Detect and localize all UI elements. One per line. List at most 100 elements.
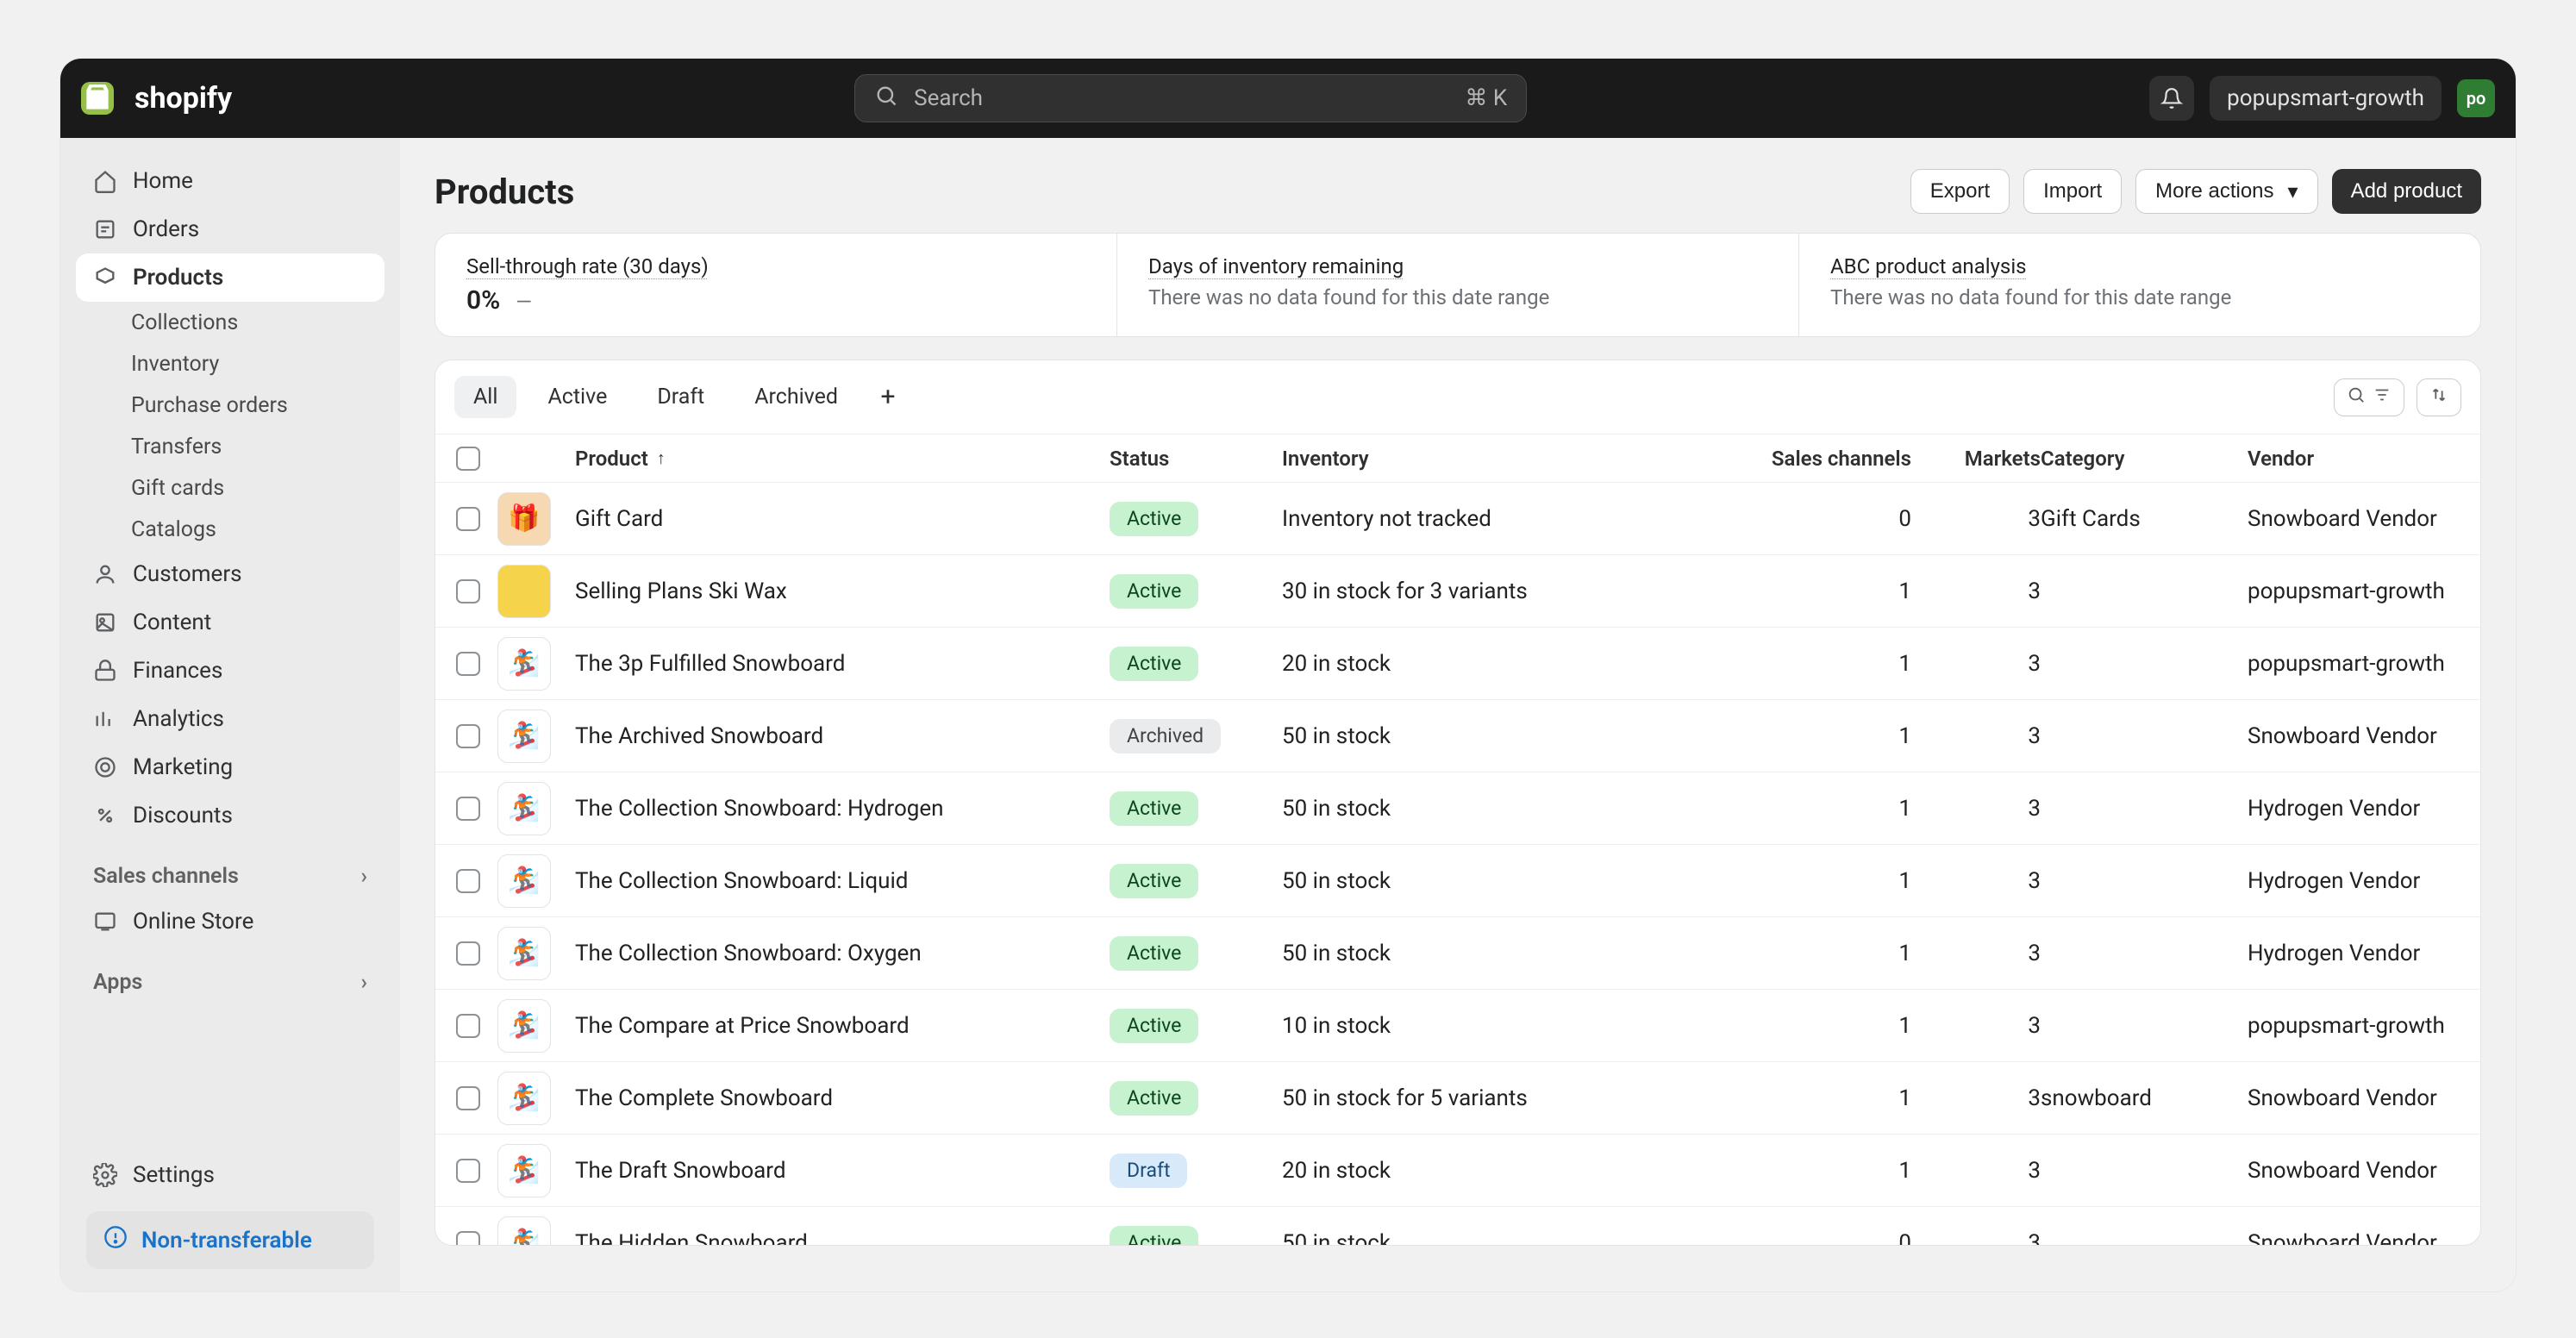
col-product[interactable]: Product ↑ — [575, 447, 1110, 471]
product-thumbnail[interactable]: 🏂 — [497, 1072, 551, 1125]
sidebar-heading-apps: Apps › — [76, 946, 385, 1004]
sidebar-item-analytics[interactable]: Analytics — [76, 695, 385, 743]
stat-days-inventory[interactable]: Days of inventory remaining There was no… — [1117, 234, 1799, 336]
sidebar-sub-gift-cards[interactable]: Gift cards — [76, 467, 385, 509]
row-checkbox[interactable] — [456, 652, 480, 676]
table-row[interactable]: 🏂The Compare at Price SnowboardActive10 … — [435, 989, 2480, 1061]
product-thumbnail[interactable] — [497, 565, 551, 618]
table-row[interactable]: 🎁Gift CardActiveInventory not tracked03G… — [435, 482, 2480, 554]
sidebar-item-label: Home — [133, 168, 193, 194]
sidebar-sub-inventory[interactable]: Inventory — [76, 343, 385, 385]
tab-archived[interactable]: Archived — [735, 376, 857, 418]
sidebar-item-discounts[interactable]: Discounts — [76, 791, 385, 840]
stat-sell-through[interactable]: Sell-through rate (30 days) 0% — — [435, 234, 1117, 336]
search-input[interactable]: Search ⌘ K — [854, 74, 1527, 122]
more-actions-button[interactable]: More actions ▾ — [2135, 169, 2317, 214]
sidebar-item-orders[interactable]: Orders — [76, 205, 385, 253]
sidebar-sub-purchase-orders[interactable]: Purchase orders — [76, 385, 385, 426]
row-checkbox[interactable] — [456, 579, 480, 603]
chevron-right-icon[interactable]: › — [360, 970, 367, 995]
chevron-right-icon[interactable]: › — [360, 864, 367, 889]
sidebar-sub-collections[interactable]: Collections — [76, 302, 385, 343]
col-sales-channels[interactable]: Sales channels — [1772, 447, 1911, 471]
row-checkbox[interactable] — [456, 869, 480, 893]
trial-banner[interactable]: Non-transferable — [86, 1211, 374, 1269]
vendor-cell: popupsmart-growth — [2248, 651, 2480, 677]
col-inventory[interactable]: Inventory — [1282, 447, 1713, 471]
add-product-button[interactable]: Add product — [2332, 169, 2481, 214]
table-row[interactable]: 🏂The Collection Snowboard: HydrogenActiv… — [435, 772, 2480, 844]
sidebar-item-online-store[interactable]: Online Store — [76, 897, 385, 946]
status-badge: Active — [1110, 647, 1198, 681]
tab-add-view[interactable]: + — [869, 379, 907, 416]
markets-cell: 3 — [2028, 1013, 2041, 1039]
status-badge: Active — [1110, 864, 1198, 898]
row-checkbox[interactable] — [456, 1014, 480, 1038]
product-name[interactable]: Gift Card — [575, 506, 1110, 532]
import-button[interactable]: Import — [2023, 169, 2122, 214]
table-row[interactable]: 🏂The Collection Snowboard: LiquidActive5… — [435, 844, 2480, 916]
product-thumbnail[interactable]: 🏂 — [497, 927, 551, 980]
product-name[interactable]: The Complete Snowboard — [575, 1085, 1110, 1111]
sidebar-item-marketing[interactable]: Marketing — [76, 743, 385, 791]
sort-button[interactable] — [2417, 378, 2461, 416]
table-row[interactable]: 🏂The 3p Fulfilled SnowboardActive20 in s… — [435, 627, 2480, 699]
product-name[interactable]: The Collection Snowboard: Hydrogen — [575, 796, 1110, 822]
row-checkbox[interactable] — [456, 797, 480, 821]
product-name[interactable]: The Collection Snowboard: Liquid — [575, 868, 1110, 894]
row-checkbox[interactable] — [456, 724, 480, 748]
col-status[interactable]: Status — [1110, 447, 1282, 471]
product-thumbnail[interactable]: 🏂 — [497, 637, 551, 691]
logo-mark[interactable] — [81, 82, 114, 115]
notifications-button[interactable] — [2149, 76, 2194, 121]
table-body[interactable]: 🎁Gift CardActiveInventory not tracked03G… — [435, 482, 2480, 1245]
col-vendor[interactable]: Vendor — [2248, 447, 2481, 471]
table-row[interactable]: 🏂The Collection Snowboard: OxygenActive5… — [435, 916, 2480, 989]
col-markets[interactable]: Markets — [1965, 447, 2041, 471]
sidebar-item-settings[interactable]: Settings — [76, 1151, 385, 1199]
product-name[interactable]: The Collection Snowboard: Oxygen — [575, 941, 1110, 966]
product-thumbnail[interactable]: 🏂 — [497, 1216, 551, 1246]
product-thumbnail[interactable]: 🎁 — [497, 492, 551, 546]
table-row[interactable]: Selling Plans Ski WaxActive30 in stock f… — [435, 554, 2480, 627]
sidebar-sub-transfers[interactable]: Transfers — [76, 426, 385, 467]
sidebar-sub-catalogs[interactable]: Catalogs — [76, 509, 385, 550]
product-name[interactable]: The Draft Snowboard — [575, 1158, 1110, 1184]
tab-draft[interactable]: Draft — [638, 376, 723, 418]
table-row[interactable]: 🏂The Archived SnowboardArchived50 in sto… — [435, 699, 2480, 772]
row-checkbox[interactable] — [456, 941, 480, 966]
sidebar-item-products[interactable]: Products — [76, 253, 385, 302]
sidebar-item-home[interactable]: Home — [76, 157, 385, 205]
row-checkbox[interactable] — [456, 1231, 480, 1246]
vendor-cell: Hydrogen Vendor — [2248, 796, 2480, 822]
sidebar-item-finances[interactable]: Finances — [76, 647, 385, 695]
button-label: Import — [2043, 179, 2102, 203]
product-thumbnail[interactable]: 🏂 — [497, 1144, 551, 1197]
table-row[interactable]: 🏂The Hidden SnowboardActive50 in stock03… — [435, 1206, 2480, 1245]
store-switcher[interactable]: popupsmart-growth — [2210, 76, 2442, 121]
product-name[interactable]: The Hidden Snowboard — [575, 1230, 1110, 1246]
product-name[interactable]: The 3p Fulfilled Snowboard — [575, 651, 1110, 677]
col-category[interactable]: Category — [2041, 447, 2248, 471]
row-checkbox[interactable] — [456, 507, 480, 531]
select-all-checkbox[interactable] — [456, 447, 480, 471]
sidebar-item-customers[interactable]: Customers — [76, 550, 385, 598]
search-filter-button[interactable] — [2334, 378, 2404, 416]
stat-abc[interactable]: ABC product analysis There was no data f… — [1799, 234, 2480, 336]
avatar[interactable]: po — [2457, 79, 2495, 117]
table-row[interactable]: 🏂The Complete SnowboardActive50 in stock… — [435, 1061, 2480, 1134]
product-thumbnail[interactable]: 🏂 — [497, 782, 551, 835]
tab-all[interactable]: All — [454, 376, 516, 418]
row-checkbox[interactable] — [456, 1159, 480, 1183]
row-checkbox[interactable] — [456, 1086, 480, 1110]
product-name[interactable]: Selling Plans Ski Wax — [575, 578, 1110, 604]
product-thumbnail[interactable]: 🏂 — [497, 999, 551, 1053]
tab-active[interactable]: Active — [528, 376, 626, 418]
export-button[interactable]: Export — [1910, 169, 2010, 214]
product-thumbnail[interactable]: 🏂 — [497, 710, 551, 763]
table-row[interactable]: 🏂The Draft SnowboardDraft20 in stock13Sn… — [435, 1134, 2480, 1206]
sidebar-item-content[interactable]: Content — [76, 598, 385, 647]
product-thumbnail[interactable]: 🏂 — [497, 854, 551, 908]
product-name[interactable]: The Archived Snowboard — [575, 723, 1110, 749]
product-name[interactable]: The Compare at Price Snowboard — [575, 1013, 1110, 1039]
